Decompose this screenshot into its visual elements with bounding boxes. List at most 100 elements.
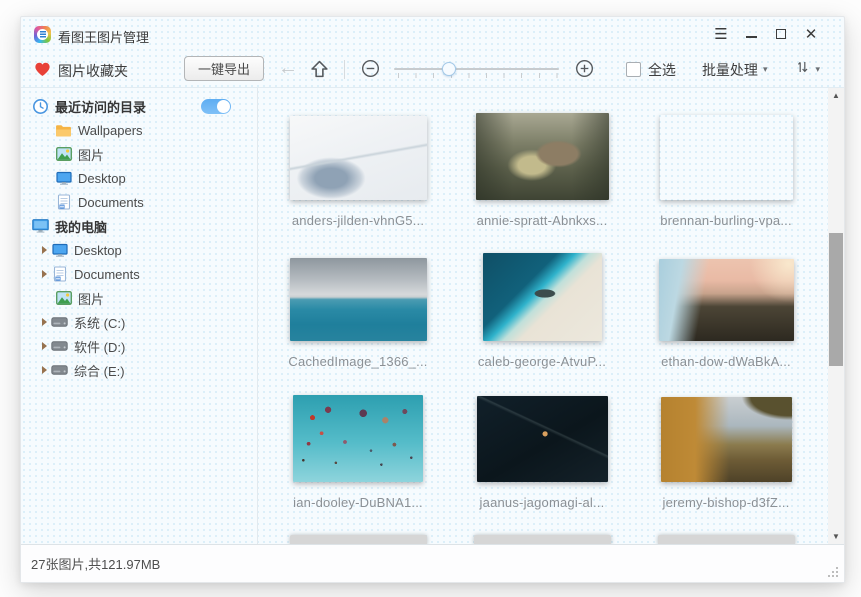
sidebar-item-drive-d[interactable]: 软件 (D:) (21, 334, 257, 358)
image-thumbnail-partial[interactable] (658, 535, 795, 544)
image-filename: anders-jilden-vhnG5... (292, 213, 424, 228)
window-title: 看图王图片管理 (58, 27, 149, 46)
clock-icon (32, 98, 49, 115)
expand-arrow-icon[interactable] (42, 246, 47, 254)
select-all-label[interactable]: 全选 (648, 60, 676, 80)
scroll-up-icon[interactable]: ▲ (828, 88, 844, 103)
sort-icon (795, 59, 810, 80)
toolbar: 图片收藏夹 一键导出 ← 全选 批量处理 (21, 51, 844, 88)
sidebar-item-documents[interactable]: Documents (21, 190, 257, 214)
pictures-icon (55, 291, 72, 305)
sidebar-item-label: Desktop (74, 243, 122, 258)
sidebar-item-pictures-2[interactable]: 图片 (21, 286, 257, 310)
image-item[interactable]: CachedImage_1366_... (266, 253, 450, 369)
expand-arrow-icon[interactable] (42, 366, 47, 374)
image-item[interactable]: ethan-dow-dWaBkA... (634, 253, 818, 369)
zoom-out-icon[interactable] (361, 59, 380, 83)
image-thumbnail[interactable] (483, 253, 602, 341)
scrollbar-thumb[interactable] (829, 233, 843, 366)
document-icon (51, 266, 68, 282)
back-icon[interactable]: ← (275, 55, 301, 81)
image-thumbnail[interactable] (659, 259, 794, 341)
sort-dropdown[interactable]: ▾ (795, 59, 820, 80)
vertical-scrollbar[interactable]: ▲ ▼ (828, 88, 844, 544)
zoom-in-icon[interactable] (575, 59, 594, 83)
sidebar-item-wallpapers[interactable]: Wallpapers (21, 118, 257, 142)
close-icon[interactable]: ✕ (796, 19, 826, 49)
image-thumbnail-partial[interactable] (290, 535, 427, 544)
desktop-background: 看图王图片管理 ☰ ✕ 图片收藏夹 一键导出 ← (0, 0, 861, 597)
image-thumbnail-partial[interactable] (474, 535, 611, 544)
drive-icon (51, 341, 68, 351)
toolbar-separator (344, 60, 345, 79)
image-filename: caleb-george-AtvuP... (478, 354, 606, 369)
desktop-icon (51, 243, 68, 258)
sidebar-folder-tree: 最近访问的目录 Wallpapers 图片 (21, 88, 258, 544)
toggle-knob (217, 100, 230, 113)
image-thumbnail[interactable] (477, 396, 608, 482)
image-thumbnail[interactable] (290, 116, 427, 200)
sidebar-item-drive-e[interactable]: 综合 (E:) (21, 358, 257, 382)
image-filename: jeremy-bishop-d3fZ... (662, 495, 789, 510)
sidebar-item-desktop-2[interactable]: Desktop (21, 238, 257, 262)
document-icon (55, 194, 72, 210)
sidebar-item-label: 软件 (D:) (74, 337, 125, 356)
image-thumbnail[interactable] (290, 258, 427, 341)
title-bar[interactable]: 看图王图片管理 ☰ ✕ (21, 17, 844, 51)
image-item[interactable]: brennan-burling-vpa... (634, 112, 818, 228)
image-item[interactable]: ian-dooley-DuBNA1... (266, 394, 450, 510)
drive-icon (51, 317, 68, 327)
sidebar-item-label: 图片 (78, 145, 104, 164)
image-thumbnail[interactable] (476, 113, 609, 200)
select-all-checkbox[interactable] (626, 62, 641, 77)
image-item[interactable]: jaanus-jagomagi-al... (450, 394, 634, 510)
sidebar-item-desktop[interactable]: Desktop (21, 166, 257, 190)
app-logo-icon (34, 26, 51, 43)
sidebar-section-my-computer[interactable]: 我的电脑 (21, 214, 257, 238)
expand-arrow-icon[interactable] (42, 342, 47, 350)
image-filename: ethan-dow-dWaBkA... (661, 354, 791, 369)
image-item[interactable]: annie-spratt-Abnkxs... (450, 112, 634, 228)
toolbar-right-group: 全选 批量处理 ▾ ▾ (626, 51, 820, 88)
image-item[interactable]: anders-jilden-vhnG5... (266, 112, 450, 228)
image-thumbnail[interactable] (293, 395, 423, 482)
batch-process-label: 批量处理 (702, 60, 758, 80)
image-item[interactable]: jeremy-bishop-d3fZ... (634, 394, 818, 510)
sidebar-section-label: 最近访问的目录 (55, 97, 146, 116)
thumbnail-size-slider[interactable] (394, 51, 559, 88)
scroll-down-icon[interactable]: ▼ (828, 529, 844, 544)
thumbnail-grid-area: anders-jilden-vhnG5... annie-spratt-Abnk… (258, 88, 844, 544)
menu-icon[interactable]: ☰ (706, 19, 736, 49)
drive-icon (51, 365, 68, 375)
slider-thumb[interactable] (442, 62, 456, 76)
export-button[interactable]: 一键导出 (184, 56, 264, 81)
sidebar-item-drive-c[interactable]: 系统 (C:) (21, 310, 257, 334)
heart-icon (34, 61, 51, 82)
image-filename: brennan-burling-vpa... (660, 213, 792, 228)
recent-toggle-switch[interactable] (201, 99, 231, 114)
sidebar-item-label: 图片 (78, 289, 104, 308)
thumbnail-grid: anders-jilden-vhnG5... annie-spratt-Abnk… (266, 112, 822, 535)
minimize-icon[interactable] (736, 19, 766, 49)
desktop-icon (55, 171, 72, 186)
image-item[interactable]: caleb-george-AtvuP... (450, 253, 634, 369)
pictures-icon (55, 147, 72, 161)
expand-arrow-icon[interactable] (42, 318, 47, 326)
main-area: 最近访问的目录 Wallpapers 图片 (21, 88, 844, 544)
image-filename: jaanus-jagomagi-al... (480, 495, 605, 510)
sidebar-item-pictures[interactable]: 图片 (21, 142, 257, 166)
sidebar-item-documents-2[interactable]: Documents (21, 262, 257, 286)
slider-track[interactable] (394, 68, 559, 70)
up-home-icon[interactable] (310, 59, 329, 84)
status-text: 27张图片,共121.97MB (31, 554, 160, 573)
maximize-icon[interactable] (766, 19, 796, 49)
sidebar-item-label: 综合 (E:) (74, 361, 125, 380)
expand-arrow-icon[interactable] (42, 270, 47, 278)
image-thumbnail[interactable] (661, 397, 792, 482)
sidebar-item-label: 系统 (C:) (74, 313, 125, 332)
batch-process-dropdown[interactable]: 批量处理 ▾ (702, 60, 768, 80)
app-window: 看图王图片管理 ☰ ✕ 图片收藏夹 一键导出 ← (20, 16, 845, 583)
image-thumbnail[interactable] (660, 115, 793, 200)
resize-grip[interactable] (828, 566, 839, 577)
sidebar-section-recent[interactable]: 最近访问的目录 (21, 94, 257, 118)
